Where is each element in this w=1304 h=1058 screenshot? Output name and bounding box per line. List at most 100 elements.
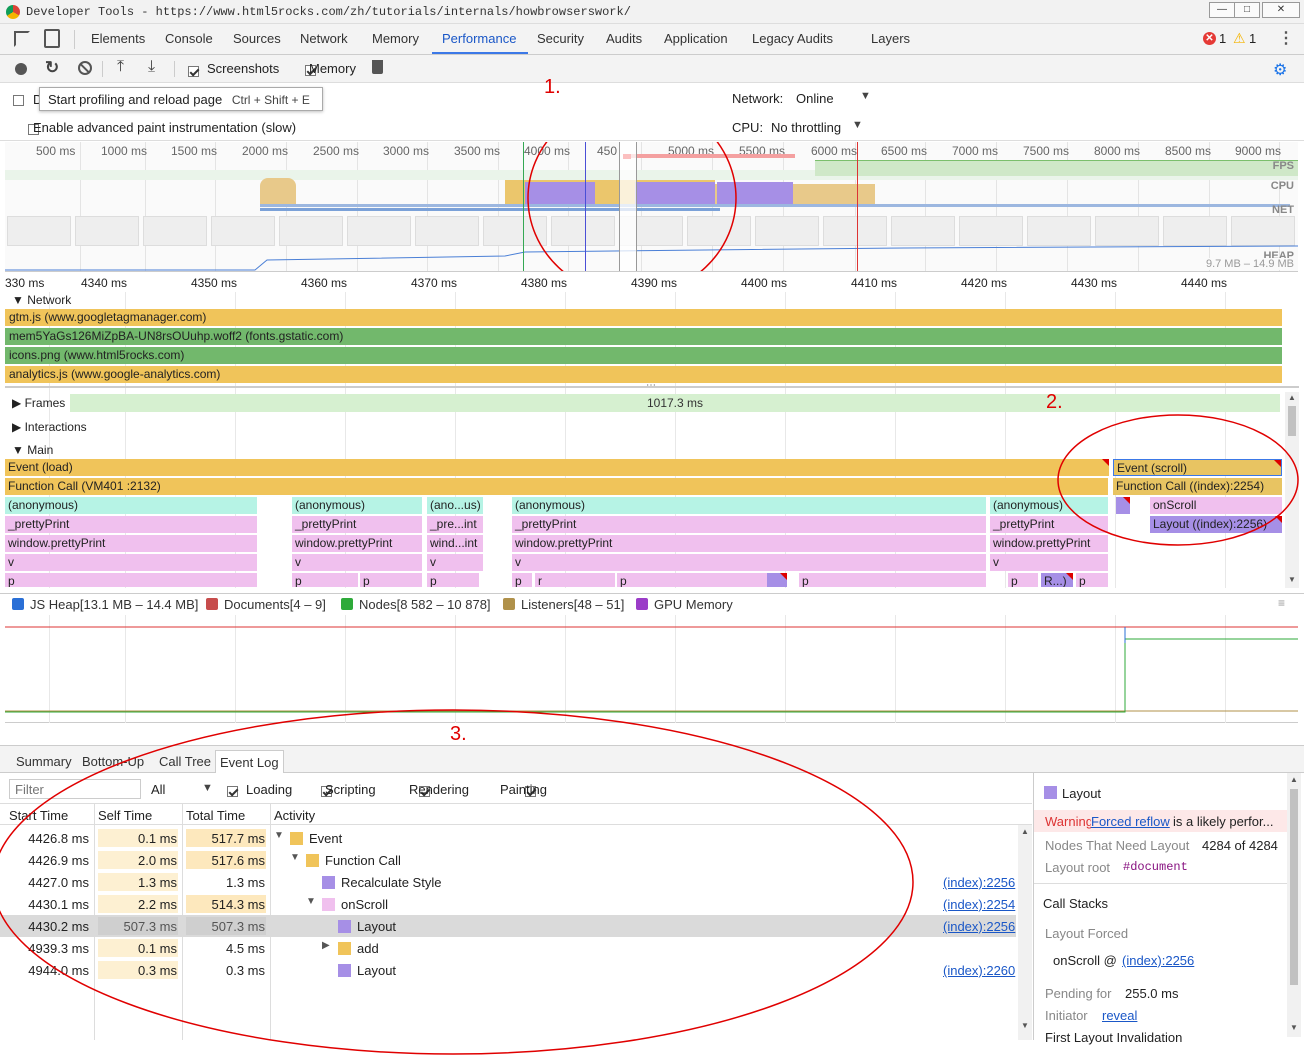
flame-pretty-print[interactable]: _pre...int <box>427 516 483 533</box>
network-request-bar[interactable]: mem5YaGs126MiZpBA-UN8rsOUuhp.woff2 (font… <box>5 328 1282 345</box>
legend-js-heap[interactable]: JS Heap[13.1 MB – 14.4 MB] <box>12 597 198 612</box>
frames-track-header[interactable]: ▶ Frames <box>12 396 65 410</box>
scroll-up-icon[interactable]: ▲ <box>1290 775 1298 784</box>
details-scrollbar[interactable]: ▲ ▼ <box>1287 773 1301 1037</box>
capture-settings-gear-icon[interactable]: ⚙ <box>1273 60 1287 80</box>
timeline-overview[interactable]: 500 ms 1000 ms 1500 ms 2000 ms 2500 ms 3000 m… <box>5 142 1298 272</box>
source-link[interactable]: (index):2256 <box>943 875 1015 890</box>
chevron-down-icon[interactable]: ▼ <box>852 119 863 131</box>
flame-v[interactable]: v <box>292 554 422 571</box>
flame-pretty-print[interactable]: _prettyPrint <box>5 516 257 533</box>
flame-p[interactable]: p <box>292 573 358 587</box>
source-link[interactable]: (index):2256 <box>943 919 1015 934</box>
device-toolbar-icon[interactable] <box>44 29 60 48</box>
event-log-scrollbar[interactable]: ▲ ▼ <box>1018 825 1032 1040</box>
flame-v[interactable]: v <box>512 554 986 571</box>
flame-r[interactable]: r <box>535 573 615 587</box>
inspect-element-icon[interactable] <box>14 31 30 47</box>
tab-security[interactable]: Security <box>537 31 584 46</box>
resize-handle-icon[interactable]: ≡ <box>1278 596 1285 610</box>
splitter-handle-icon[interactable]: ⋯ <box>646 380 656 391</box>
flame-p[interactable]: p <box>5 573 257 587</box>
legend-listeners[interactable]: Listeners[48 – 51] <box>503 597 624 612</box>
flame-p[interactable]: p <box>1076 573 1108 587</box>
tab-application[interactable]: Application <box>664 31 728 46</box>
flame-p[interactable]: p <box>617 573 767 587</box>
screenshots-checkbox[interactable] <box>188 66 199 78</box>
source-link[interactable]: (index):2260 <box>943 963 1015 978</box>
error-icon[interactable]: ✕ <box>1203 32 1216 45</box>
flame-window-pretty-print[interactable]: window.prettyPrint <box>292 535 422 552</box>
flame-window-pretty-print[interactable]: wind...int <box>427 535 483 552</box>
flame-window-pretty-print[interactable]: window.prettyPrint <box>512 535 986 552</box>
warning-icon[interactable]: ⚠ <box>1233 30 1246 47</box>
interactions-track-header[interactable]: ▶ Interactions <box>12 420 87 434</box>
scroll-up-icon[interactable]: ▲ <box>1288 393 1296 402</box>
disable-js-samples-checkbox[interactable] <box>13 95 24 107</box>
flame-v[interactable]: v <box>5 554 257 571</box>
flame-anonymous[interactable]: (anonymous) <box>512 497 986 514</box>
network-request-bar[interactable]: icons.png (www.html5rocks.com) <box>5 347 1282 364</box>
tab-performance[interactable]: Performance <box>442 31 516 46</box>
layout-root-value[interactable]: #document <box>1123 860 1188 874</box>
flame-event-load[interactable]: Event (load) <box>5 459 1108 476</box>
flame-pretty-print[interactable]: _prettyPrint <box>512 516 986 533</box>
initiator-reveal-link[interactable]: reveal <box>1102 1008 1137 1023</box>
frame-bar[interactable]: 1017.3 ms <box>70 394 1280 412</box>
stack-frame-link[interactable]: (index):2256 <box>1122 953 1194 968</box>
flame-layout-small[interactable] <box>767 573 787 587</box>
tab-audits[interactable]: Audits <box>606 31 642 46</box>
legend-nodes[interactable]: Nodes[8 582 – 10 878] <box>341 597 491 612</box>
source-link[interactable]: (index):2254 <box>943 897 1015 912</box>
record-icon[interactable] <box>15 63 27 75</box>
error-count[interactable]: 1 <box>1219 31 1226 46</box>
flame-window-pretty-print[interactable]: window.prettyPrint <box>5 535 257 552</box>
collect-garbage-icon[interactable] <box>372 60 383 74</box>
flame-anonymous[interactable]: (anonymous) <box>292 497 422 514</box>
tab-sources[interactable]: Sources <box>233 31 281 46</box>
flame-p[interactable]: p <box>360 573 422 587</box>
reload-profile-icon[interactable]: ↻ <box>45 58 59 78</box>
chevron-down-icon[interactable]: ▼ <box>860 90 871 102</box>
maximize-icon[interactable]: □ <box>1234 2 1260 18</box>
flame-p[interactable]: p <box>799 573 986 587</box>
scroll-down-icon[interactable]: ▼ <box>1288 575 1296 584</box>
network-throttle-select[interactable]: Online <box>796 91 834 106</box>
network-request-bar[interactable]: analytics.js (www.google-analytics.com) <box>5 366 1282 383</box>
scroll-down-icon[interactable]: ▼ <box>1290 1023 1298 1032</box>
tab-memory[interactable]: Memory <box>372 31 419 46</box>
tab-console[interactable]: Console <box>165 31 213 46</box>
tab-network[interactable]: Network <box>300 31 348 46</box>
network-track-header[interactable]: ▼ Network <box>12 293 71 307</box>
flame-function-call[interactable]: Function Call (VM401 :2132) <box>5 478 1108 495</box>
flame-anonymous[interactable]: (ano...us) <box>427 497 483 514</box>
flame-r-short[interactable]: R...) <box>1041 573 1073 587</box>
tab-layers[interactable]: Layers <box>871 31 910 46</box>
cpu-throttle-select[interactable]: No throttling <box>771 120 841 135</box>
network-request-bar[interactable]: gtm.js (www.googletagmanager.com) <box>5 309 1282 326</box>
scroll-down-icon[interactable]: ▼ <box>1021 1021 1029 1030</box>
flame-p[interactable]: p <box>1008 573 1038 587</box>
tab-legacy-audits[interactable]: Legacy Audits <box>752 31 833 46</box>
legend-documents[interactable]: Documents[4 – 9] <box>206 597 326 612</box>
scroll-up-icon[interactable]: ▲ <box>1021 827 1029 836</box>
tab-elements[interactable]: Elements <box>91 31 145 46</box>
flame-anonymous[interactable]: (anonymous) <box>5 497 257 514</box>
save-profile-icon[interactable]: ⤓ <box>148 58 155 76</box>
load-profile-icon[interactable]: ⤒ <box>117 58 124 76</box>
main-track-header[interactable]: ▼ Main <box>12 443 53 457</box>
network-throttle-label: Network: <box>732 91 784 106</box>
legend-gpu-memory[interactable]: GPU Memory <box>636 597 733 612</box>
clear-icon[interactable] <box>78 61 92 75</box>
forced-reflow-link[interactable]: Forced reflow <box>1091 814 1170 829</box>
scroll-thumb[interactable] <box>1290 789 1298 985</box>
flame-v[interactable]: v <box>990 554 1108 571</box>
close-icon[interactable]: ✕ <box>1262 2 1300 18</box>
flame-p[interactable]: p <box>427 573 479 587</box>
flame-pretty-print[interactable]: _prettyPrint <box>292 516 422 533</box>
flame-p[interactable]: p <box>512 573 532 587</box>
warning-count[interactable]: 1 <box>1249 31 1256 46</box>
flame-v[interactable]: v <box>427 554 483 571</box>
more-options-icon[interactable]: ⋮ <box>1278 28 1294 48</box>
minimize-icon[interactable]: — <box>1209 2 1235 18</box>
